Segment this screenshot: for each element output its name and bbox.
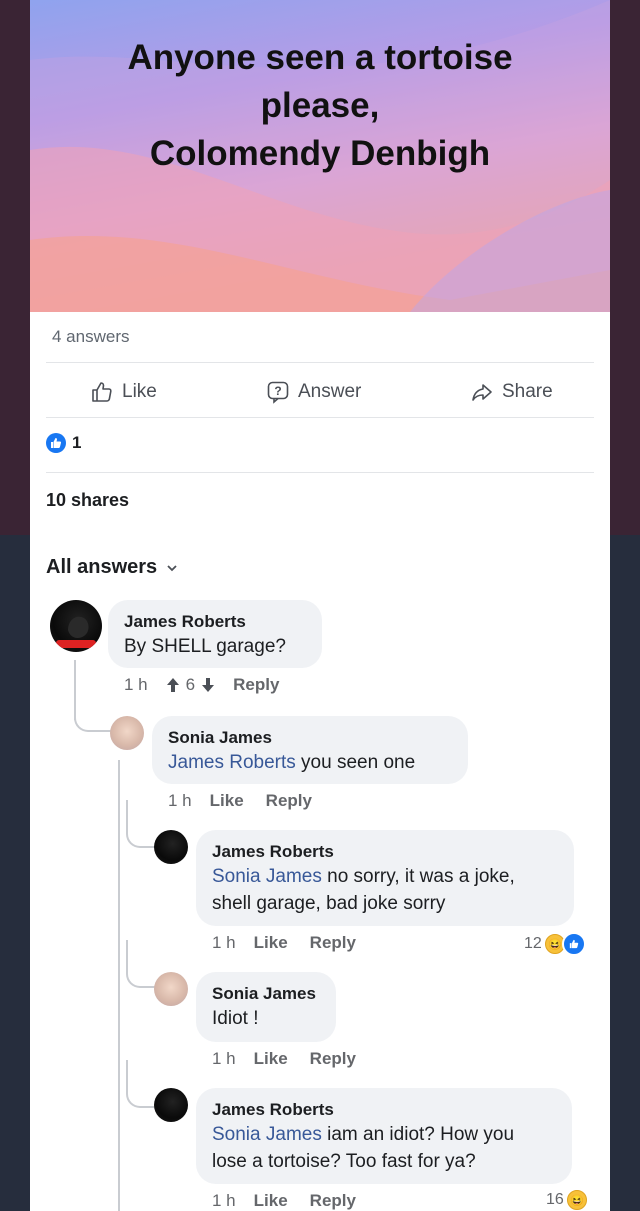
- comment-author[interactable]: James Roberts: [212, 1099, 556, 1121]
- comment-meta: 1 h Like Reply: [212, 933, 378, 953]
- comment-text: Sonia James iam an idiot? How you: [212, 1121, 556, 1148]
- all-answers-filter[interactable]: All answers: [46, 556, 179, 579]
- like-reaction-icon: [561, 932, 586, 956]
- comment-text-line: lose a tortoise? Too fast for ya?: [212, 1151, 476, 1172]
- banner-title-line: please,: [260, 86, 380, 125]
- comment-bubble: James Roberts By SHELL garage?: [108, 600, 322, 668]
- avatar[interactable]: [154, 972, 188, 1006]
- comment-bubble: Sonia James Idiot !: [196, 972, 336, 1042]
- comment-text-line: shell garage, bad joke sorry: [212, 893, 446, 914]
- mention-link[interactable]: Sonia James: [212, 866, 322, 887]
- thread-connector: [126, 940, 156, 988]
- like-comment-button[interactable]: Like: [254, 933, 288, 953]
- divider: [46, 472, 594, 473]
- comment-meta: 1 h Like Reply: [168, 791, 334, 811]
- reply-button[interactable]: Reply: [310, 1191, 356, 1211]
- comment-text: James Roberts you seen one: [168, 749, 452, 776]
- banner-title-line: Anyone seen a tortoise: [127, 38, 513, 77]
- comment-reactions[interactable]: 16 😆: [546, 1190, 587, 1210]
- comment-bubble: James Roberts Sonia James iam an idiot? …: [196, 1088, 572, 1184]
- post-card: Anyone seen a tortoise please, Colomendy…: [30, 0, 610, 1211]
- mention-link[interactable]: Sonia James: [212, 1124, 322, 1145]
- downvote-arrow-icon[interactable]: [201, 677, 215, 693]
- comment-meta: 1 h Like Reply: [212, 1191, 378, 1211]
- post-banner: Anyone seen a tortoise please, Colomendy…: [30, 0, 610, 312]
- comment-time: 1 h: [212, 933, 236, 952]
- like-comment-button[interactable]: Like: [254, 1049, 288, 1069]
- mention-link[interactable]: James Roberts: [168, 752, 296, 773]
- answer-label: Answer: [298, 381, 362, 402]
- svg-text:?: ?: [274, 384, 281, 398]
- upvote-count: 6: [185, 675, 196, 694]
- comment-author[interactable]: Sonia James: [168, 727, 452, 749]
- comment-text: By SHELL garage?: [124, 636, 286, 657]
- comment-time: 1 h: [212, 1049, 236, 1068]
- divider: [46, 362, 594, 363]
- comment-reactions[interactable]: 12 😆: [524, 932, 586, 956]
- thumbs-up-icon: [92, 382, 112, 402]
- like-comment-button[interactable]: Like: [254, 1191, 288, 1211]
- comment-bubble: James Roberts Sonia James no sorry, it w…: [196, 830, 574, 926]
- comment-text: Sonia James no sorry, it was a joke,: [212, 863, 558, 890]
- like-button[interactable]: Like: [90, 372, 157, 412]
- divider: [46, 417, 594, 418]
- thread-connector: [126, 800, 156, 848]
- all-answers-label: All answers: [46, 556, 158, 578]
- avatar[interactable]: [154, 1088, 188, 1122]
- comment-reaction-count: 16: [546, 1191, 564, 1208]
- laughing-emoji-icon: 😆: [566, 1190, 587, 1210]
- avatar[interactable]: [154, 830, 188, 864]
- thread-line: [118, 760, 120, 1211]
- comment-bubble: Sonia James James Roberts you seen one: [152, 716, 468, 784]
- profile-photo-icon: [56, 616, 96, 648]
- comment-text: Idiot !: [212, 1008, 259, 1029]
- banner-title: Anyone seen a tortoise please, Colomendy…: [30, 34, 610, 178]
- comment-time: 1 h: [124, 675, 148, 694]
- avatar[interactable]: [110, 716, 144, 750]
- comment-time: 1 h: [168, 791, 192, 810]
- like-reaction-icon: [46, 433, 66, 453]
- thread-connector: [74, 700, 112, 732]
- reaction-summary[interactable]: 1: [46, 433, 81, 453]
- reply-button[interactable]: Reply: [233, 675, 279, 695]
- comment-text-body: no sorry, it was a joke,: [321, 866, 515, 887]
- comment-author[interactable]: Sonia James: [212, 983, 320, 1005]
- reply-button[interactable]: Reply: [266, 791, 312, 811]
- like-comment-button[interactable]: Like: [210, 791, 244, 811]
- answer-button[interactable]: ? Answer: [266, 372, 361, 412]
- reaction-count: 1: [72, 433, 82, 452]
- share-arrow-icon: [472, 384, 492, 401]
- comment-text-body: iam an idiot? How you: [321, 1124, 515, 1145]
- chevron-down-icon: [167, 564, 177, 571]
- like-label: Like: [122, 381, 157, 402]
- upvote-arrow-icon[interactable]: [166, 677, 180, 693]
- reply-button[interactable]: Reply: [310, 933, 356, 953]
- avatar[interactable]: [50, 600, 102, 652]
- banner-title-line: Colomendy Denbigh: [149, 134, 491, 173]
- reply-button[interactable]: Reply: [310, 1049, 356, 1069]
- share-label: Share: [502, 381, 553, 402]
- comment-meta: 1 h 6 Reply: [124, 675, 301, 695]
- comment-reaction-count: 12: [524, 935, 542, 952]
- share-button[interactable]: Share: [470, 372, 553, 412]
- answers-count[interactable]: 4 answers: [52, 327, 129, 347]
- comment-author[interactable]: James Roberts: [212, 841, 558, 863]
- comment-text-body: you seen one: [295, 752, 416, 773]
- post-action-bar: Like ? Answer Share: [30, 372, 610, 412]
- thread-connector: [126, 1060, 156, 1108]
- shares-count[interactable]: 10 shares: [46, 490, 129, 511]
- comment-time: 1 h: [212, 1191, 236, 1210]
- question-bubble-icon: ?: [267, 381, 289, 404]
- comment-meta: 1 h Like Reply: [212, 1049, 378, 1069]
- comment-author[interactable]: James Roberts: [124, 611, 306, 633]
